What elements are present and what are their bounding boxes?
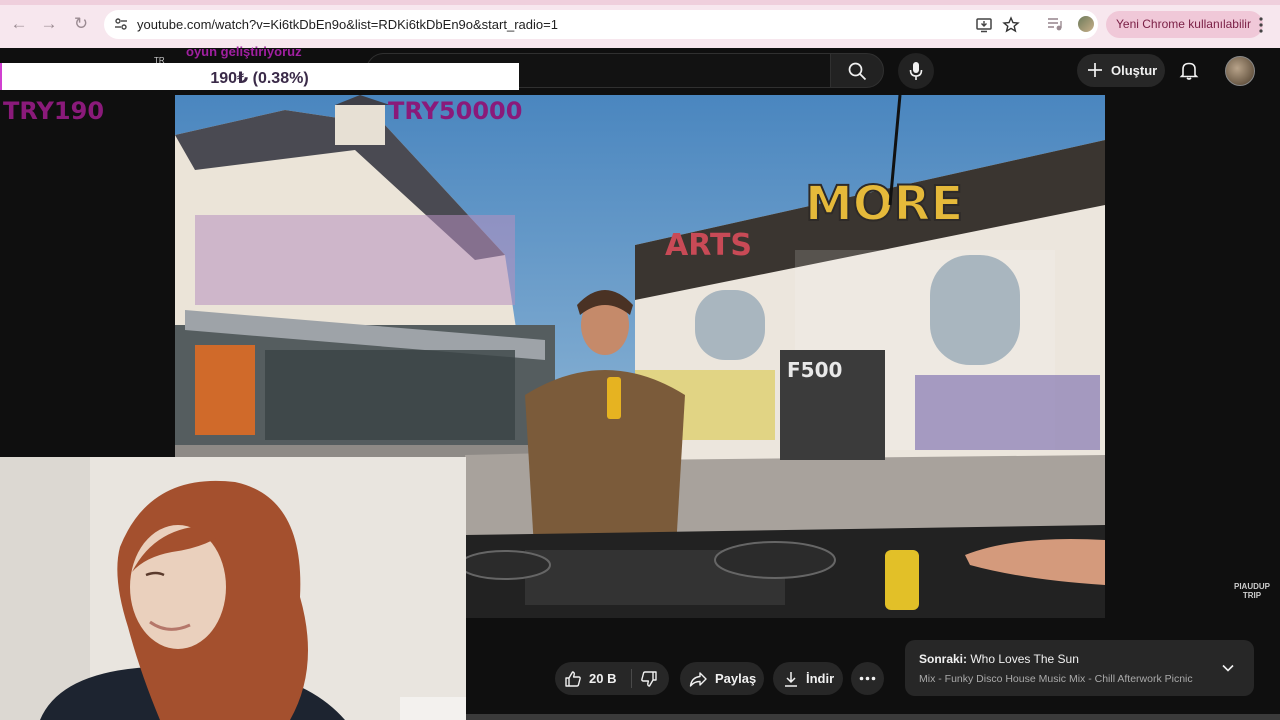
like-count[interactable]: 20 B <box>589 671 616 686</box>
back-arrow-icon[interactable]: ← <box>9 14 29 34</box>
voice-search-button[interactable] <box>898 53 934 89</box>
download-icon <box>785 672 797 687</box>
donation-goal-min: TRY190 <box>3 97 105 125</box>
url-text[interactable]: youtube.com/watch?v=Ki6tkDbEn9o&list=RDK… <box>137 17 558 32</box>
notifications-bell-icon[interactable] <box>1178 59 1200 81</box>
up-next-title-line: Sonraki: Who Loves The Sun <box>919 652 1079 666</box>
download-label: İndir <box>806 671 835 686</box>
forward-arrow-icon[interactable]: → <box>39 14 59 34</box>
bookmark-star-icon[interactable] <box>1002 16 1020 34</box>
share-button[interactable]: Paylaş <box>680 662 764 695</box>
overlay-caption: oyun geliştiriyoruz <box>186 44 302 59</box>
share-label: Paylaş <box>715 671 757 686</box>
like-dislike-group: 20 B <box>555 662 669 695</box>
webcam-feed <box>0 457 466 720</box>
more-horizontal-icon <box>859 676 876 681</box>
browser-toolbar: ← → ↻ youtube.com/watch?v=Ki6tkDbEn9o&li… <box>0 0 1280 48</box>
plus-icon <box>1088 63 1102 77</box>
donation-goal-max: TRY50000 <box>388 97 523 125</box>
video-watermark: PIAUDUP TRIP <box>1233 582 1270 600</box>
wall-text-f500: F500 <box>787 358 842 382</box>
site-settings-icon[interactable] <box>114 17 128 31</box>
search-icon <box>848 62 867 81</box>
reload-icon[interactable]: ↻ <box>71 14 91 34</box>
install-app-icon[interactable] <box>975 16 993 34</box>
address-bar[interactable]: youtube.com/watch?v=Ki6tkDbEn9o&list=RDK… <box>104 10 1098 39</box>
chevron-down-icon[interactable] <box>1221 661 1235 675</box>
create-label: Oluştur <box>1111 63 1158 78</box>
up-next-title: Who Loves The Sun <box>970 652 1079 666</box>
wall-text-more: MORE <box>805 176 963 232</box>
up-next-card[interactable]: Sonraki: Who Loves The Sun Mix - Funky D… <box>905 640 1254 696</box>
profile-avatar[interactable] <box>1078 16 1094 32</box>
search-button[interactable] <box>830 53 884 88</box>
chrome-menu-icon[interactable] <box>1255 16 1267 34</box>
account-avatar[interactable] <box>1225 56 1255 86</box>
chrome-update-button[interactable]: Yeni Chrome kullanılabilir <box>1106 11 1263 38</box>
thumbs-up-icon[interactable] <box>564 670 582 688</box>
like-divider <box>631 669 632 688</box>
download-button[interactable]: İndir <box>773 662 843 695</box>
up-next-playlist: Mix - Funky Disco House Music Mix - Chil… <box>919 673 1193 685</box>
donation-goal-text: 190₺ (0.38%) <box>210 70 309 87</box>
donation-goal-bar: 190₺ (0.38%) <box>0 63 519 90</box>
webcam-image <box>0 457 466 720</box>
up-next-prefix: Sonraki: <box>919 652 968 666</box>
microphone-icon <box>909 62 923 80</box>
share-arrow-icon <box>689 672 707 687</box>
more-actions-button[interactable] <box>851 662 884 695</box>
thumbs-down-icon[interactable] <box>640 670 658 688</box>
page-below-fold <box>466 714 1280 720</box>
create-button[interactable]: Oluştur <box>1077 54 1165 87</box>
media-controls-icon[interactable] <box>1046 15 1064 33</box>
wall-text-arts: ARTS <box>665 228 752 263</box>
